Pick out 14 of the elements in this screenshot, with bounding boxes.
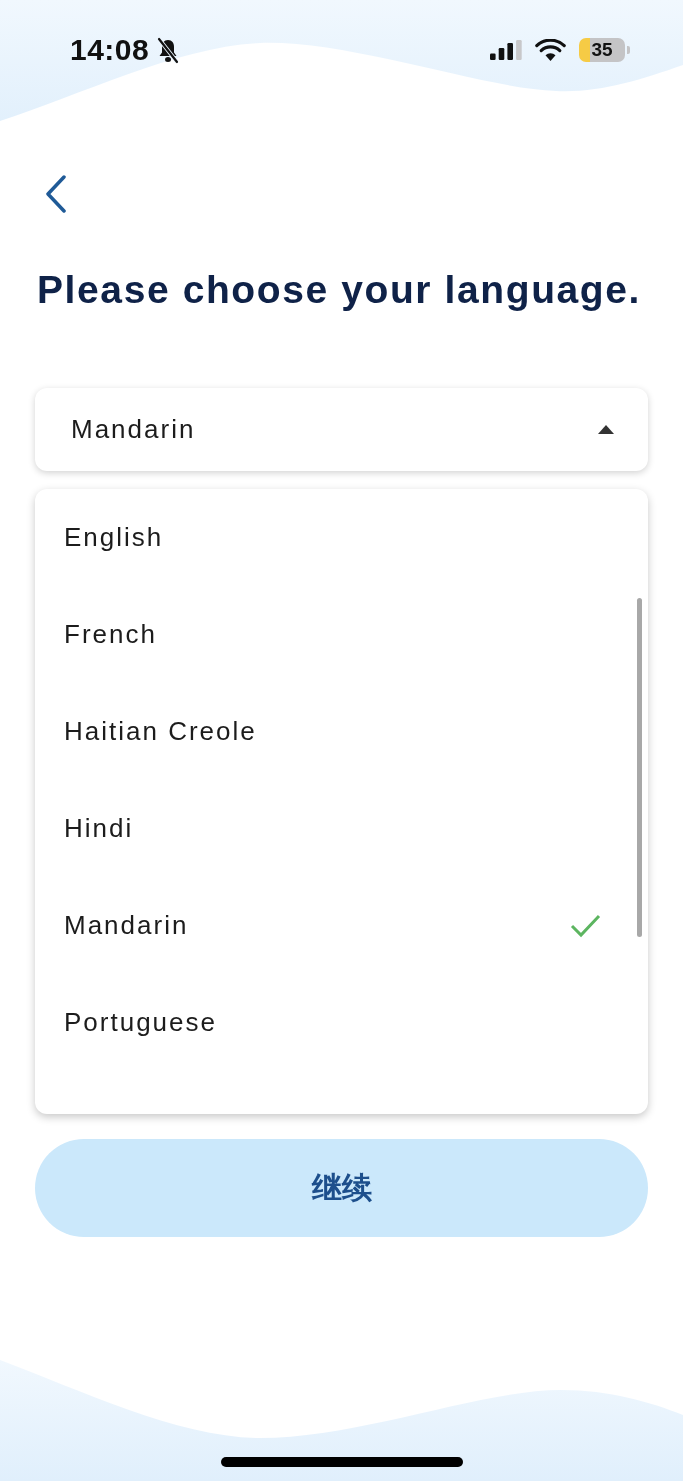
battery-percentage: 35 xyxy=(591,39,613,61)
page-title: Please choose your language. xyxy=(37,267,642,313)
language-dropdown[interactable]: Mandarin xyxy=(35,388,648,471)
chevron-left-icon xyxy=(44,175,68,213)
language-option[interactable]: Mandarin xyxy=(35,877,648,974)
status-time: 14:08 xyxy=(70,33,150,67)
language-option[interactable]: Hindi xyxy=(35,780,648,877)
language-option[interactable]: French xyxy=(35,586,648,683)
signal-icon xyxy=(490,40,522,60)
language-option[interactable]: Portuguese xyxy=(35,974,648,1071)
language-option[interactable]: English xyxy=(35,489,648,586)
continue-button[interactable]: 继续 xyxy=(35,1139,648,1237)
language-option[interactable]: Haitian Creole xyxy=(35,683,648,780)
wifi-icon xyxy=(535,39,566,61)
